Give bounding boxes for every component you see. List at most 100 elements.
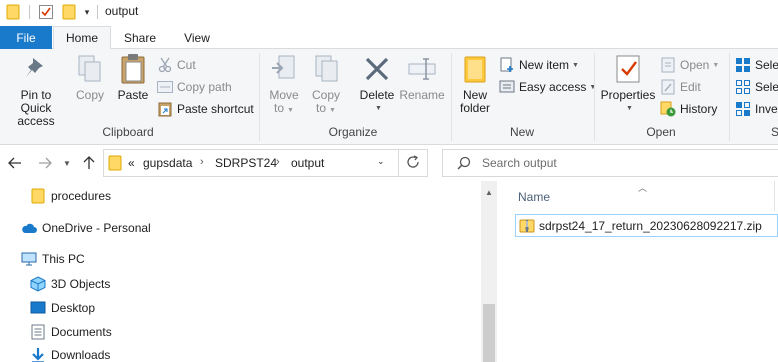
nav-item-label: OneDrive - Personal — [42, 221, 151, 235]
select-all-button[interactable]: Selec — [735, 55, 778, 75]
nav-item-label: Downloads — [51, 348, 111, 362]
group-separator — [259, 53, 260, 141]
clipboard-group-label: Clipboard — [102, 125, 154, 139]
breadcrumb-separator-icon[interactable]: › — [200, 156, 204, 168]
new-group-label: New — [509, 125, 534, 139]
nav-item-onedrive[interactable]: OneDrive - Personal — [21, 217, 151, 239]
copy-to-label-line2-text: to — [316, 101, 327, 115]
properties-dropdown-icon: ▼ — [626, 105, 633, 112]
properties-quick-icon[interactable] — [36, 0, 56, 24]
forward-arrow-icon[interactable] — [36, 153, 54, 173]
properties-button[interactable]: Properties ▼ — [600, 53, 656, 115]
select-all-label: Selec — [755, 58, 778, 72]
nav-item-label: This PC — [42, 252, 85, 266]
delete-x-icon — [361, 53, 393, 85]
select-none-button[interactable]: Selec — [735, 77, 778, 97]
history-label: History — [680, 102, 718, 116]
tab-view[interactable]: View — [172, 26, 222, 49]
documents-icon — [30, 324, 46, 340]
folder-icon — [4, 0, 22, 24]
paste-button[interactable]: Paste — [114, 53, 152, 102]
file-list-pane: ︿ Name sdrpst24_17_return_20230628092217… — [497, 181, 778, 362]
group-separator — [594, 53, 595, 141]
tab-share[interactable]: Share — [116, 26, 164, 49]
move-to-button[interactable]: Move to ▼ — [266, 53, 302, 117]
nav-item-downloads[interactable]: Downloads — [30, 344, 110, 362]
breadcrumb-gupsdata[interactable]: gupsdata — [143, 156, 192, 170]
rename-button[interactable]: Rename — [399, 53, 445, 102]
open-button[interactable]: Open ▼ — [660, 55, 719, 75]
open-label: Open — [680, 58, 710, 72]
open-group-label: Open — [646, 125, 676, 139]
copy-to-button[interactable]: Copy to ▼ — [308, 53, 344, 117]
folder-icon — [30, 188, 46, 204]
nav-item-label: Desktop — [51, 301, 96, 315]
delete-label: Delete — [359, 88, 395, 102]
easy-access-button[interactable]: Easy access ▼ — [499, 77, 596, 97]
breadcrumb-overflow[interactable]: « — [128, 156, 135, 170]
up-arrow-icon[interactable] — [80, 153, 98, 173]
new-item-button[interactable]: New item ▼ — [499, 55, 579, 75]
move-to-dropdown-icon: ▼ — [287, 107, 294, 114]
new-item-label: New item — [519, 58, 570, 72]
cut-button[interactable]: Cut — [157, 55, 196, 75]
search-input[interactable]: Search output — [442, 149, 778, 177]
paste-label: Paste — [117, 88, 149, 102]
delete-dropdown-icon: ▼ — [375, 105, 382, 112]
nav-item-desktop[interactable]: Desktop — [30, 297, 95, 319]
edit-button[interactable]: Edit — [660, 77, 701, 97]
scrollbar-thumb[interactable] — [483, 304, 495, 362]
properties-icon — [612, 53, 644, 85]
file-row[interactable]: sdrpst24_17_return_20230628092217.zip — [515, 214, 778, 237]
address-bar[interactable]: « gupsdata › SDRPST24 › output ⌄ — [103, 149, 399, 177]
navigation-pane: procedures OneDrive - Personal This PC 3… — [0, 181, 497, 362]
breadcrumb-sdrpst24[interactable]: SDRPST24 — [215, 156, 277, 170]
breadcrumb-output[interactable]: output — [291, 156, 324, 170]
pin-to-quick-access-button[interactable]: Pin to Quick access — [4, 53, 68, 128]
easy-access-dropdown-icon: ▼ — [589, 83, 597, 91]
column-divider[interactable] — [774, 181, 775, 211]
nav-item-label: Documents — [51, 325, 112, 339]
file-name: sdrpst24_17_return_20230628092217.zip — [539, 218, 762, 233]
new-item-dropdown-icon: ▼ — [572, 61, 579, 69]
copy-path-button[interactable]: Copy path — [157, 77, 232, 97]
nav-item-label: 3D Objects — [51, 277, 111, 291]
back-arrow-icon[interactable] — [5, 153, 25, 173]
copy-to-label-line2: to ▼ — [316, 102, 336, 117]
copy-to-icon — [310, 53, 342, 85]
customize-toolbar-chevron-icon[interactable]: ▾ — [80, 0, 94, 24]
new-folder-icon — [459, 53, 491, 85]
nav-item-3d-objects[interactable]: 3D Objects — [30, 273, 110, 295]
onedrive-cloud-icon — [21, 220, 37, 236]
organize-group-label: Organize — [328, 125, 378, 139]
copy-path-label: Copy path — [177, 80, 232, 94]
breadcrumb-separator-icon[interactable]: › — [276, 156, 280, 168]
scissors-icon — [157, 57, 173, 73]
paste-shortcut-button[interactable]: Paste shortcut — [157, 99, 254, 119]
history-icon — [660, 101, 676, 117]
select-none-label: Selec — [755, 80, 778, 94]
delete-button[interactable]: Delete ▼ — [357, 53, 397, 115]
invert-selection-button[interactable]: Inver — [735, 99, 778, 119]
copy-button[interactable]: Copy — [72, 53, 108, 102]
refresh-button[interactable] — [398, 149, 428, 177]
tab-home[interactable]: Home — [53, 26, 111, 50]
select-all-icon — [735, 57, 751, 73]
scroll-up-arrow-icon[interactable]: ▲ — [481, 184, 497, 200]
nav-item-procedures[interactable]: procedures — [30, 185, 111, 207]
nav-item-this-pc[interactable]: This PC — [21, 248, 85, 270]
new-folder-button[interactable]: New folder — [456, 53, 494, 115]
column-header-name[interactable]: Name — [518, 190, 550, 204]
nav-item-documents[interactable]: Documents — [30, 321, 112, 343]
recent-locations-chevron-icon[interactable]: ▼ — [60, 153, 74, 173]
address-history-chevron-icon[interactable]: ⌄ — [377, 156, 385, 167]
history-button[interactable]: History — [660, 99, 717, 119]
properties-label: Properties — [600, 88, 656, 102]
sort-ascending-icon: ︿ — [638, 183, 648, 193]
folder-icon — [108, 155, 122, 174]
pin-label-line1: Pin to Quick — [20, 88, 52, 115]
navigation-pane-scrollbar[interactable]: ▲ — [481, 181, 497, 362]
new-folder-quick-icon[interactable] — [60, 0, 78, 24]
tab-file[interactable]: File — [0, 26, 52, 49]
search-icon — [457, 156, 471, 173]
